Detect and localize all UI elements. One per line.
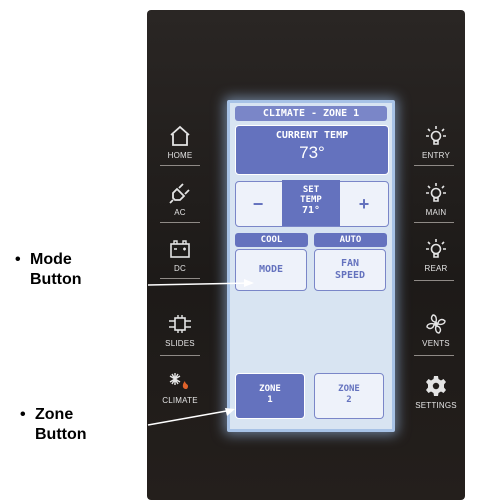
mode-callout-line <box>147 282 253 286</box>
mode-callout-arrowhead <box>244 279 254 287</box>
callout-lines <box>147 279 254 426</box>
zone-callout-line <box>147 409 233 426</box>
zone-callout-arrowhead <box>225 408 235 416</box>
